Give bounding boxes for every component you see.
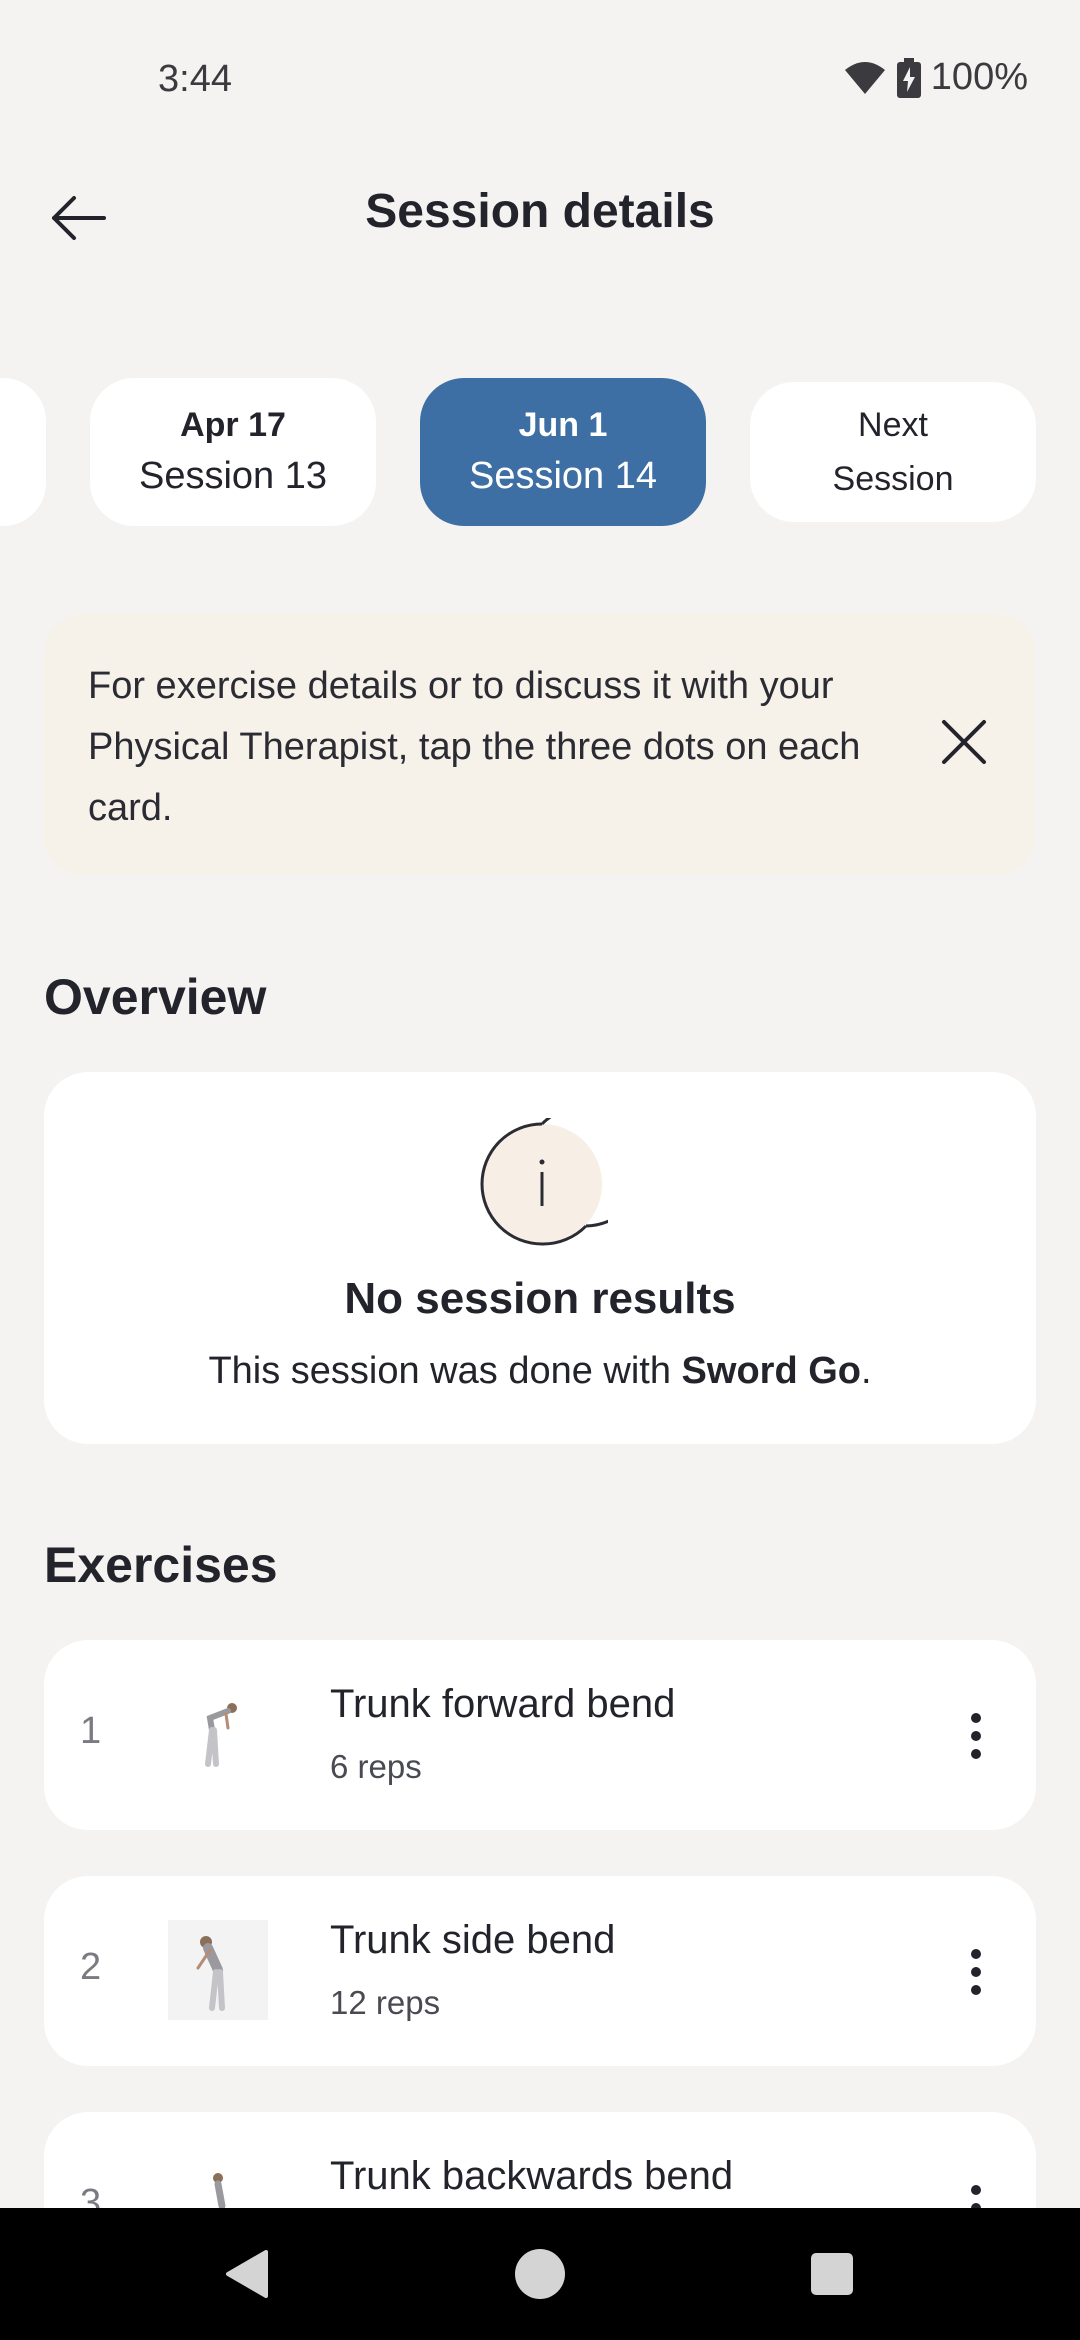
next-session-chip[interactable]: Next Session <box>750 382 1036 522</box>
status-bar: 3:44 100% <box>0 0 1080 160</box>
close-icon <box>942 720 986 764</box>
session-label: Session 13 <box>138 455 327 497</box>
exercise-index: 2 <box>80 1946 102 1988</box>
overview-card: No session results This session was done… <box>44 1072 1036 1444</box>
next-session-line1: Next <box>858 406 928 444</box>
no-results-subtitle: This session was done with Sword Go. <box>44 1350 1036 1393</box>
exercise-reps: 12 reps <box>330 1984 441 2021</box>
more-vertical-icon <box>971 1713 981 1759</box>
status-time: 3:44 <box>158 58 232 100</box>
exercise-name: Trunk backwards bend <box>330 2154 734 2198</box>
status-icons: 100% <box>843 56 1028 99</box>
session-chip-14-selected[interactable]: Jun 1 Session 14 <box>420 378 706 526</box>
exercise-card[interactable]: 2 Trunk side bend 12 reps <box>44 1876 1036 2066</box>
overview-heading: Overview <box>44 969 267 1025</box>
nav-recents-button[interactable] <box>796 2238 868 2310</box>
next-session-line2: Session <box>832 460 954 498</box>
session-selector: Apr 17 Session 13 Jun 1 Session 14 Next … <box>0 378 1080 528</box>
battery-charging-icon <box>896 57 921 98</box>
battery-percent: 100% <box>930 56 1028 98</box>
nav-home-icon <box>515 2249 565 2299</box>
exercise-index: 1 <box>80 1710 102 1752</box>
nav-back-icon <box>226 2250 268 2298</box>
session-label: Session 14 <box>468 455 657 497</box>
subtitle-text: This session was done with <box>208 1350 682 1392</box>
exercise-more-button[interactable] <box>946 1704 1006 1768</box>
info-banner: For exercise details or to discuss it wi… <box>44 614 1036 876</box>
wifi-icon <box>844 61 885 94</box>
banner-close-button[interactable] <box>928 706 1000 778</box>
exercises-heading: Exercises <box>44 1537 278 1593</box>
session-chip-13[interactable]: Apr 17 Session 13 <box>90 378 376 526</box>
nav-home-button[interactable] <box>504 2238 576 2310</box>
nav-recents-icon <box>811 2253 853 2295</box>
top-app-bar: Session details <box>0 160 1080 270</box>
exercise-name: Trunk side bend <box>330 1918 616 1962</box>
page-title: Session details <box>365 185 715 238</box>
nav-back-button[interactable] <box>210 2238 282 2310</box>
exercise-thumbnail <box>205 1703 237 1767</box>
system-nav-bar <box>0 2208 1080 2340</box>
exercise-card[interactable]: 1 Trunk forward bend 6 reps <box>44 1640 1036 1830</box>
more-vertical-icon <box>971 1949 981 1995</box>
exercise-name: Trunk forward bend <box>330 1682 676 1726</box>
session-date: Apr 17 <box>180 406 286 444</box>
info-icon <box>480 1118 608 1246</box>
exercise-more-button[interactable] <box>946 1940 1006 2004</box>
device-name: Sword Go <box>681 1350 861 1392</box>
exercise-reps: 6 reps <box>330 1748 422 1785</box>
no-results-title: No session results <box>344 1274 736 1323</box>
session-date: Jun 1 <box>518 406 608 444</box>
exercise-thumbnail <box>168 1920 268 2020</box>
banner-text: For exercise details or to discuss it wi… <box>88 665 861 829</box>
session-chip-previous[interactable] <box>0 378 46 526</box>
subtitle-end: . <box>861 1350 872 1392</box>
